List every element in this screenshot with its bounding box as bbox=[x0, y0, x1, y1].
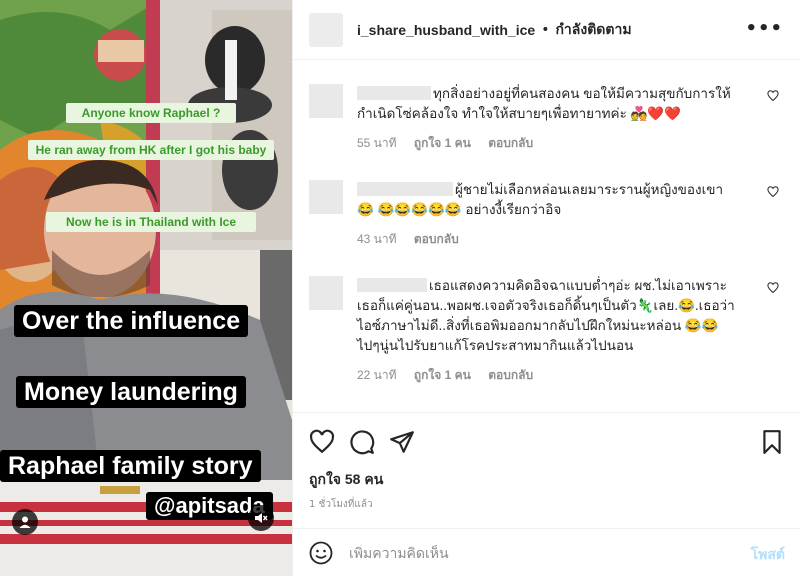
caption-small-3: Now he is in Thailand with Ice bbox=[46, 212, 256, 232]
comment-username[interactable] bbox=[357, 86, 431, 100]
comment-bubble-icon[interactable] bbox=[349, 429, 375, 455]
more-options-button[interactable]: ••• bbox=[745, 18, 783, 39]
likes-count[interactable]: ถูกใจ 58 คน bbox=[309, 469, 383, 491]
comment-time[interactable]: 43 นาที bbox=[357, 232, 397, 246]
comment-composer: โพสต์ bbox=[293, 528, 800, 576]
painting-background bbox=[0, 0, 292, 576]
caption-big-2: Money laundering bbox=[16, 376, 246, 408]
comment-avatar[interactable] bbox=[309, 84, 343, 118]
avatar[interactable] bbox=[309, 12, 343, 47]
separator-dot: • bbox=[541, 21, 550, 38]
caption-small-2: He ran away from HK after I got his baby bbox=[28, 140, 274, 160]
post-actions: ถูกใจ 58 คน 1 ชั่วโมงที่แล้ว bbox=[293, 412, 800, 528]
comment-meta: 22 นาที ถูกใจ 1 คน ตอบกลับ bbox=[357, 366, 737, 385]
bookmark-icon[interactable] bbox=[759, 429, 785, 455]
story-media[interactable]: Anyone know Raphael ? He ran away from H… bbox=[0, 0, 292, 576]
comment-meta: 55 นาที ถูกใจ 1 คน ตอบกลับ bbox=[357, 134, 737, 153]
muted-speaker-icon bbox=[255, 513, 268, 523]
comment-time[interactable]: 22 นาที bbox=[357, 368, 397, 382]
comment-avatar[interactable] bbox=[309, 180, 343, 214]
heart-icon[interactable] bbox=[767, 90, 779, 102]
post-comment-button[interactable]: โพสต์ bbox=[751, 544, 785, 566]
sound-toggle-button[interactable] bbox=[248, 505, 274, 531]
caption-small-1: Anyone know Raphael ? bbox=[66, 103, 236, 123]
reply-button[interactable]: ตอบกลับ bbox=[488, 368, 533, 382]
heart-icon[interactable] bbox=[767, 282, 779, 294]
post-sidebar: i_share_husband_with_ice • กำลังติดตาม •… bbox=[292, 0, 800, 576]
comment-username[interactable] bbox=[357, 278, 427, 292]
following-button[interactable]: กำลังติดตาม bbox=[555, 19, 631, 41]
post-header: i_share_husband_with_ice • กำลังติดตาม •… bbox=[293, 0, 800, 60]
comment-input[interactable] bbox=[349, 544, 709, 561]
comment-meta: 43 นาที ตอบกลับ bbox=[357, 230, 737, 249]
share-send-icon[interactable] bbox=[389, 429, 415, 455]
profile-tags-button[interactable] bbox=[12, 509, 38, 535]
person-icon bbox=[19, 516, 31, 528]
comment-avatar[interactable] bbox=[309, 276, 343, 310]
caption-big-1: Over the influence bbox=[14, 305, 249, 337]
comment-likes[interactable]: ถูกใจ 1 คน bbox=[414, 368, 471, 382]
comment-time[interactable]: 55 นาที bbox=[357, 136, 397, 150]
caption-big-3: Raphael family story bbox=[0, 450, 261, 482]
reply-button[interactable]: ตอบกลับ bbox=[414, 232, 459, 246]
reply-button[interactable]: ตอบกลับ bbox=[488, 136, 533, 150]
post-username[interactable]: i_share_husband_with_ice bbox=[357, 22, 535, 38]
like-heart-icon[interactable] bbox=[309, 429, 335, 455]
instagram-post-view: Anyone know Raphael ? He ran away from H… bbox=[0, 0, 800, 576]
comment-likes[interactable]: ถูกใจ 1 คน bbox=[414, 136, 471, 150]
post-timestamp: 1 ชั่วโมงที่แล้ว bbox=[309, 499, 373, 510]
comment-username[interactable] bbox=[357, 182, 453, 196]
emoji-icon[interactable] bbox=[309, 541, 333, 565]
heart-icon[interactable] bbox=[767, 186, 779, 198]
